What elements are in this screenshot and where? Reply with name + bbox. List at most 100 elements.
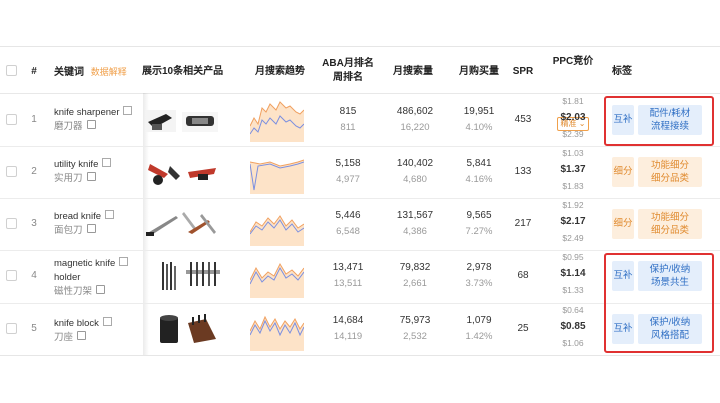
copy-icon[interactable] [86, 224, 96, 233]
ppc-low: $2.49 [562, 233, 584, 243]
keyword-link[interactable]: knife sharpener [54, 107, 119, 118]
row-index: 2 [31, 166, 37, 177]
ppc-mid: $1.14 [560, 268, 586, 279]
header-products: 展示10条相关产品 [142, 66, 224, 77]
search-trend-sparkline[interactable] [250, 98, 304, 142]
table-header: # 关键词 数据解释 展示10条相关产品 月搜索趋势 ABA月排名 周排名 月搜… [0, 47, 720, 131]
search-trend-sparkline[interactable] [250, 202, 304, 246]
purchase-volume: 1,079 [466, 315, 492, 326]
keyword-cell: utility knife 实用刀 [54, 158, 112, 186]
keyword-cell: magnetic knife holder 磁性刀架 [54, 257, 129, 299]
select-all-checkbox[interactable] [6, 65, 17, 76]
purchase-rate: 3.73% [465, 278, 493, 289]
product-thumbnails[interactable] [146, 152, 221, 192]
search-volume: 75,973 [399, 315, 431, 326]
product-thumbnails[interactable] [146, 204, 221, 244]
header-tags: 标签 [612, 66, 632, 77]
ppc-high: $0.95 [562, 252, 584, 262]
row-checkbox[interactable] [6, 114, 17, 125]
table-row: 2 utility knife 实用刀 5,158 4,977 140,402 … [0, 146, 720, 199]
copy-icon[interactable] [86, 120, 96, 129]
row-checkbox[interactable] [6, 218, 17, 229]
search-volume-sub: 2,532 [403, 331, 427, 342]
search-volume-sub: 16,220 [400, 122, 430, 133]
keyword-cell: bread knife 面包刀 [54, 210, 115, 238]
external-link-icon[interactable] [123, 106, 133, 115]
row-checkbox[interactable] [6, 166, 17, 177]
purchase-rate: 4.16% [465, 174, 493, 185]
keyword-cell: knife block 刀座 [54, 317, 112, 345]
row-checkbox[interactable] [6, 270, 17, 281]
ppc-mid: $2.03 [560, 112, 586, 123]
tag-line-1: 功能细分 [650, 212, 689, 223]
keyword-translation: 实用刀 [54, 173, 83, 184]
aba-month-rank: 5,446 [335, 210, 361, 221]
ppc-low: $1.83 [562, 181, 584, 191]
header-keyword-label: 关键词 [54, 67, 84, 78]
ppc-mid: $0.85 [560, 321, 586, 332]
keyword-link[interactable]: bread knife [54, 211, 101, 222]
tag-line-2: 细分品类 [650, 173, 689, 184]
data-explain-link[interactable]: 数据解释 [91, 67, 127, 77]
search-trend-sparkline[interactable] [250, 307, 304, 351]
search-volume: 140,402 [396, 158, 434, 169]
copy-icon[interactable] [96, 285, 106, 294]
search-volume: 131,567 [396, 210, 434, 221]
ppc-low: $2.39 [562, 129, 584, 139]
external-link-icon[interactable] [105, 210, 115, 219]
header-spr: SPR [512, 66, 534, 77]
keyword-link[interactable]: knife block [54, 318, 99, 329]
header-search-volume: 月搜索量 [393, 66, 433, 77]
spr-value: 133 [514, 166, 532, 177]
header-aba-week: 周排名 [333, 72, 363, 83]
copy-icon[interactable] [86, 172, 96, 181]
aba-week-rank: 6,548 [336, 226, 360, 237]
copy-icon[interactable] [77, 331, 87, 340]
tag-type-badge: 细分 [612, 157, 634, 187]
aba-month-rank: 13,471 [332, 262, 364, 273]
keyword-link[interactable]: magnetic knife [54, 258, 115, 269]
aba-week-rank: 13,511 [333, 278, 363, 289]
header-ppc: PPC竞价 [552, 56, 594, 67]
external-link-icon[interactable] [102, 317, 112, 326]
ppc-high: $1.81 [562, 96, 584, 106]
header-aba-rank: ABA月排名 周排名 [318, 57, 378, 85]
product-thumbnails[interactable] [146, 309, 221, 349]
header-purchase: 月购买量 [459, 66, 499, 77]
product-thumbnails[interactable] [146, 256, 221, 296]
tag-line-1: 功能细分 [650, 160, 689, 171]
keyword-link[interactable]: utility knife [54, 159, 98, 170]
spr-value: 217 [514, 218, 532, 229]
keyword-translation: 面包刀 [54, 225, 83, 236]
purchase-volume: 2,978 [466, 262, 492, 273]
tag-detail: 功能细分 细分品类 [638, 157, 702, 187]
external-link-icon[interactable] [119, 257, 129, 266]
product-thumbnails[interactable] [146, 100, 221, 140]
purchase-volume: 19,951 [463, 106, 495, 117]
external-link-icon[interactable] [102, 158, 112, 167]
header-trend: 月搜索趋势 [255, 66, 305, 77]
ppc-mid: $1.37 [560, 164, 586, 175]
ppc-low: $1.06 [562, 338, 584, 348]
ppc-high: $1.03 [562, 148, 584, 158]
blank-area [0, 356, 720, 403]
search-trend-sparkline[interactable] [250, 254, 304, 298]
keyword-link-line2[interactable]: holder [54, 272, 80, 283]
aba-week-rank: 4,977 [336, 174, 360, 185]
search-trend-sparkline[interactable] [250, 150, 304, 194]
table-row: 3 bread knife 面包刀 5,446 6,548 131,567 4,… [0, 198, 720, 251]
highlight-box [604, 253, 714, 353]
spr-value: 453 [514, 114, 532, 125]
aba-week-rank: 811 [340, 122, 356, 133]
keyword-translation: 刀座 [54, 332, 74, 343]
row-checkbox[interactable] [6, 323, 17, 334]
purchase-volume: 9,565 [466, 210, 492, 221]
aba-week-rank: 14,119 [333, 331, 363, 342]
tag-line-2: 细分品类 [650, 225, 689, 236]
tag-type-badge: 细分 [612, 209, 634, 239]
aba-month-rank: 5,158 [335, 158, 361, 169]
row-index: 3 [31, 218, 37, 229]
search-volume-sub: 4,386 [403, 226, 427, 237]
purchase-rate: 7.27% [465, 226, 493, 237]
row-index: 4 [31, 270, 37, 281]
